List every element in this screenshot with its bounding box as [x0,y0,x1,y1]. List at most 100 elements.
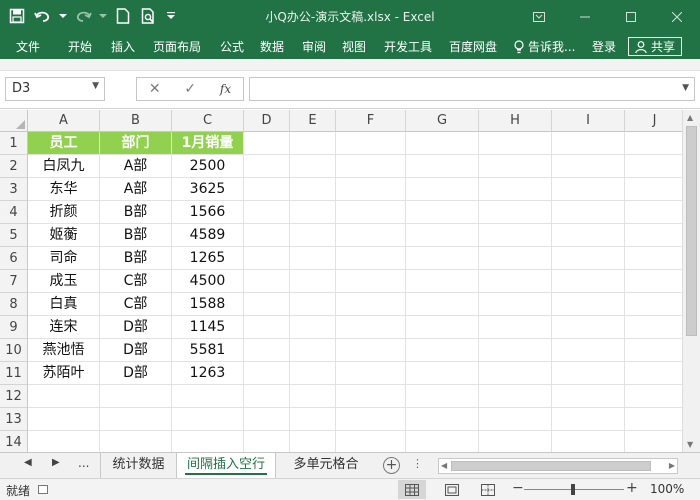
empty-cell[interactable] [406,270,479,293]
empty-cell[interactable] [625,408,682,431]
table-cell[interactable]: 1566 [172,201,244,224]
empty-cell[interactable] [625,385,682,408]
enter-icon[interactable]: ✓ [184,81,196,97]
scroll-right-icon[interactable]: ▶ [669,461,675,470]
empty-cell[interactable] [625,132,682,155]
empty-cell[interactable] [625,431,682,452]
empty-cell[interactable] [290,178,336,201]
tab-data[interactable]: 数据 [260,38,284,55]
macro-record-icon[interactable] [38,485,48,494]
cancel-icon[interactable]: ✕ [149,81,161,97]
table-cell[interactable]: B部 [100,247,172,270]
empty-cell[interactable] [290,293,336,316]
empty-cell[interactable] [406,362,479,385]
redo-dropdown[interactable] [98,5,108,27]
empty-cell[interactable] [406,431,479,452]
tab-view[interactable]: 视图 [342,38,366,55]
table-cell[interactable]: B部 [100,224,172,247]
empty-cell[interactable] [479,132,552,155]
column-header-h[interactable]: H [479,110,552,132]
empty-cell[interactable] [479,385,552,408]
empty-cell[interactable] [290,385,336,408]
undo-dropdown[interactable] [58,5,68,27]
row-header-8[interactable]: 8 [0,293,28,316]
empty-cell[interactable] [290,431,336,452]
empty-cell[interactable] [336,132,406,155]
tab-page-layout[interactable]: 页面布局 [153,38,201,55]
table-cell[interactable]: A部 [100,178,172,201]
row-header-13[interactable]: 13 [0,408,28,431]
column-header-d[interactable]: D [244,110,290,132]
empty-cell[interactable] [552,178,625,201]
row-header-4[interactable]: 4 [0,201,28,224]
empty-cell[interactable] [406,339,479,362]
column-header-i[interactable]: I [552,110,625,132]
minimize-button[interactable] [562,0,608,33]
empty-cell[interactable] [406,293,479,316]
empty-cell[interactable] [244,224,290,247]
empty-cell[interactable] [479,155,552,178]
empty-cell[interactable] [100,408,172,431]
table-cell[interactable]: 4589 [172,224,244,247]
row-header-3[interactable]: 3 [0,178,28,201]
empty-cell[interactable] [336,316,406,339]
empty-cell[interactable] [479,408,552,431]
column-header-a[interactable]: A [28,110,100,132]
new-file-button[interactable] [112,5,134,27]
empty-cell[interactable] [625,339,682,362]
share-button[interactable]: 共享 [628,37,683,56]
empty-cell[interactable] [290,339,336,362]
empty-cell[interactable] [28,385,100,408]
table-cell[interactable]: 1263 [172,362,244,385]
table-cell[interactable]: 燕池悟 [28,339,100,362]
table-header-cell[interactable]: 1月销量 [172,132,244,155]
empty-cell[interactable] [406,201,479,224]
empty-cell[interactable] [479,362,552,385]
empty-cell[interactable] [336,270,406,293]
tab-review[interactable]: 审阅 [302,38,326,55]
row-header-10[interactable]: 10 [0,339,28,362]
column-header-g[interactable]: G [406,110,479,132]
empty-cell[interactable] [552,316,625,339]
empty-cell[interactable] [336,362,406,385]
empty-cell[interactable] [625,270,682,293]
row-header-2[interactable]: 2 [0,155,28,178]
empty-cell[interactable] [625,224,682,247]
empty-cell[interactable] [172,431,244,452]
zoom-in-button[interactable]: + [626,480,638,496]
empty-cell[interactable] [479,339,552,362]
column-header-e[interactable]: E [290,110,336,132]
empty-cell[interactable] [290,362,336,385]
empty-cell[interactable] [552,224,625,247]
empty-cell[interactable] [552,201,625,224]
empty-cell[interactable] [479,431,552,452]
empty-cell[interactable] [244,155,290,178]
table-cell[interactable]: 苏陌叶 [28,362,100,385]
empty-cell[interactable] [172,385,244,408]
row-header-1[interactable]: 1 [0,132,28,155]
tab-home[interactable]: 开始 [68,38,92,55]
empty-cell[interactable] [552,431,625,452]
empty-cell[interactable] [479,316,552,339]
select-all-button[interactable] [0,110,28,132]
empty-cell[interactable] [479,270,552,293]
table-header-cell[interactable]: 员工 [28,132,100,155]
empty-cell[interactable] [552,385,625,408]
page-break-view-button[interactable] [474,480,502,499]
table-cell[interactable]: D部 [100,362,172,385]
empty-cell[interactable] [479,293,552,316]
customize-qat-button[interactable] [164,5,178,27]
empty-cell[interactable] [290,247,336,270]
empty-cell[interactable] [244,293,290,316]
empty-cell[interactable] [552,293,625,316]
scroll-up-icon[interactable]: ▲ [687,113,693,122]
empty-cell[interactable] [336,224,406,247]
name-box[interactable]: D3 ▼ [5,77,105,101]
empty-cell[interactable] [172,408,244,431]
row-header-9[interactable]: 9 [0,316,28,339]
empty-cell[interactable] [336,247,406,270]
empty-cell[interactable] [406,316,479,339]
empty-cell[interactable] [406,155,479,178]
undo-button[interactable] [32,5,54,27]
empty-cell[interactable] [290,316,336,339]
